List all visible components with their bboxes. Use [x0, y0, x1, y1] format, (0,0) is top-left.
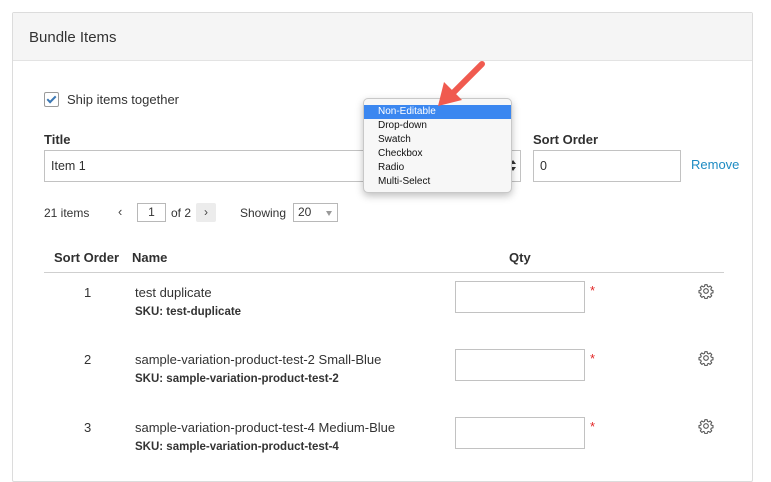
required-indicator: * — [590, 351, 596, 366]
prev-page-button[interactable]: ‹ — [118, 204, 122, 219]
dropdown-option-multi-select[interactable]: Multi-Select — [364, 175, 511, 189]
dropdown-option-checkbox[interactable]: Checkbox — [364, 147, 511, 161]
showing-label: Showing — [240, 206, 287, 220]
showing-select-value: 20 — [298, 205, 312, 219]
gear-icon[interactable] — [698, 418, 714, 434]
panel-title: Bundle Items — [29, 29, 117, 46]
row-sort-order: 1 — [84, 285, 92, 300]
required-indicator: * — [590, 283, 596, 298]
row-sku: SKU: sample-variation-product-test-2 — [135, 373, 339, 385]
page-of-label: of 2 — [171, 206, 192, 220]
checkmark-icon — [46, 93, 57, 104]
sort-order-input[interactable]: 0 — [533, 150, 681, 182]
page-number-input[interactable]: 1 — [137, 203, 166, 222]
items-count: 21 items — [44, 206, 90, 220]
sort-order-label: Sort Order — [533, 132, 599, 147]
dropdown-option-radio[interactable]: Radio — [364, 161, 511, 175]
gear-icon[interactable] — [698, 283, 714, 299]
title-label: Title — [44, 132, 71, 147]
qty-input[interactable] — [455, 281, 585, 313]
ship-together-checkbox[interactable] — [44, 92, 59, 107]
next-page-button[interactable]: › — [196, 203, 216, 222]
row-sku: SKU: test-duplicate — [135, 306, 242, 318]
row-name: test duplicate — [135, 285, 212, 300]
title-input[interactable]: Item 1 — [44, 150, 364, 182]
remove-link[interactable]: Remove — [691, 157, 739, 172]
chevron-down-icon — [326, 211, 332, 216]
title-input-value: Item 1 — [51, 159, 86, 173]
column-header-name: Name — [132, 250, 168, 265]
bundle-items-panel: Bundle Items — [12, 12, 753, 482]
qty-input[interactable] — [455, 417, 585, 449]
row-name: sample-variation-product-test-2 Small-Bl… — [135, 352, 382, 367]
ship-together-label: Ship items together — [67, 92, 180, 107]
dropdown-option-swatch[interactable]: Swatch — [364, 133, 511, 147]
table-header-divider — [44, 272, 724, 273]
qty-input[interactable] — [455, 349, 585, 381]
row-sku: SKU: sample-variation-product-test-4 — [135, 441, 339, 453]
sort-order-input-value: 0 — [540, 159, 547, 173]
row-name: sample-variation-product-test-4 Medium-B… — [135, 420, 396, 435]
showing-select[interactable]: 20 — [293, 203, 338, 222]
column-header-sort-order: Sort Order — [54, 250, 120, 265]
red-arrow-icon — [438, 61, 485, 106]
column-header-qty: Qty — [509, 250, 531, 265]
gear-icon[interactable] — [698, 350, 714, 366]
input-type-dropdown-menu: Non-Editable Drop-down Swatch Checkbox R… — [363, 98, 512, 193]
row-sort-order: 2 — [84, 352, 92, 367]
row-sort-order: 3 — [84, 420, 92, 435]
dropdown-option-drop-down[interactable]: Drop-down — [364, 119, 511, 133]
required-indicator: * — [590, 419, 596, 434]
panel-header: Bundle Items — [13, 13, 752, 61]
